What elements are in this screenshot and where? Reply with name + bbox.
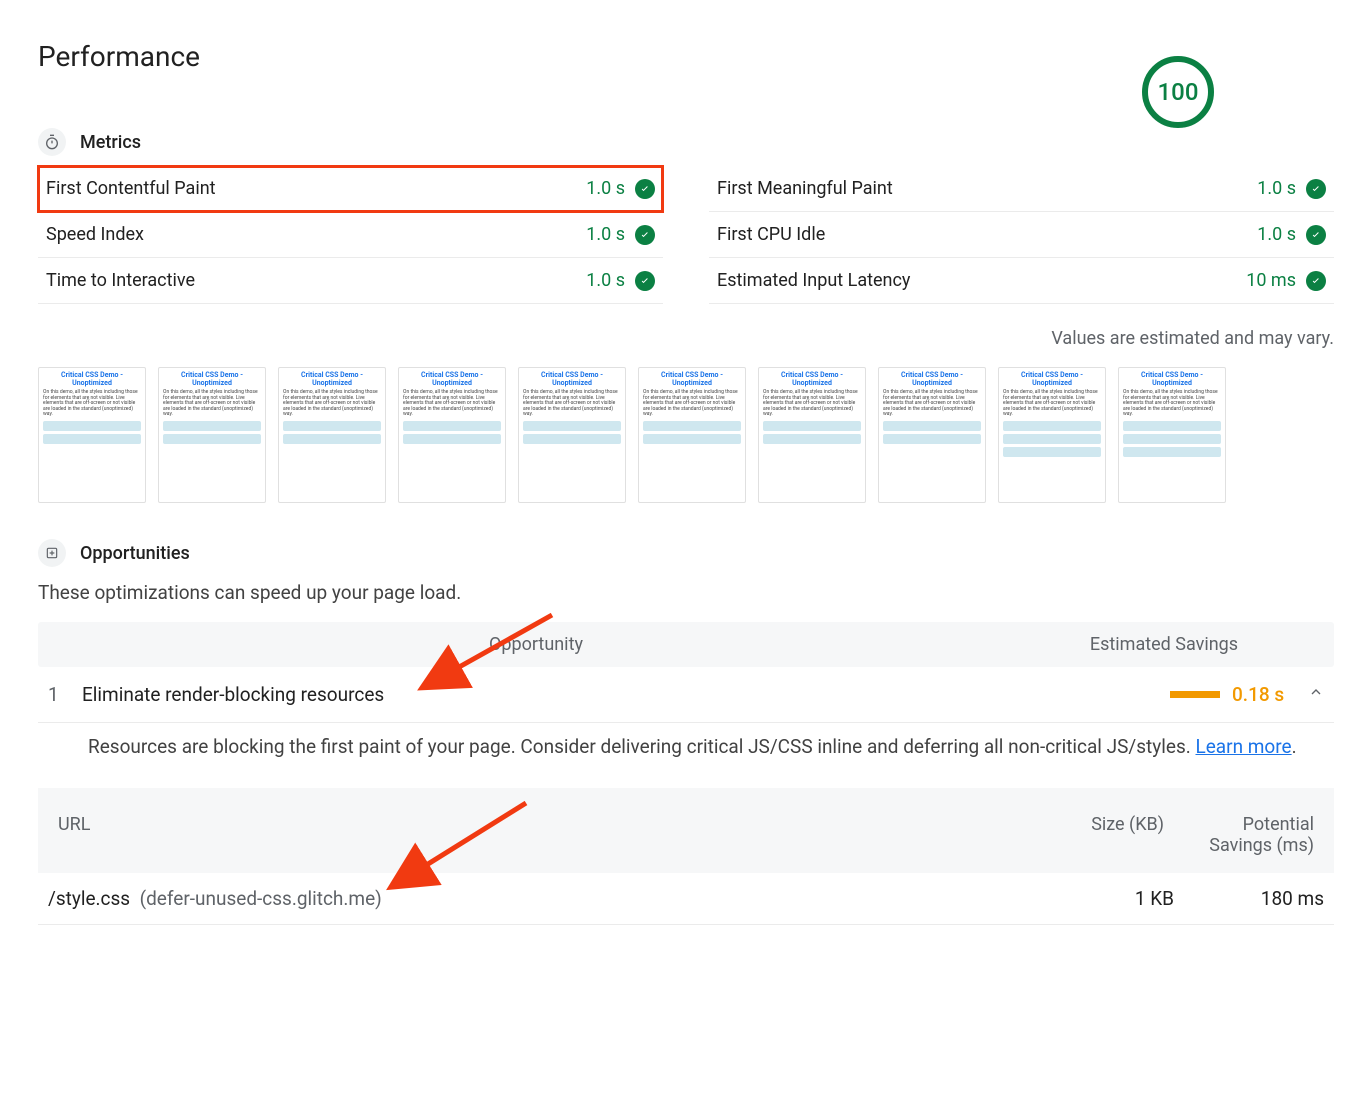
metric-label: First Contentful Paint xyxy=(46,178,216,199)
learn-more-link[interactable]: Learn more xyxy=(1195,735,1291,758)
metric-row[interactable]: Estimated Input Latency 10 ms xyxy=(709,258,1334,304)
url-table-header: URL Size (KB) PotentialSavings (ms) xyxy=(38,788,1334,873)
opportunities-description: These optimizations can speed up your pa… xyxy=(38,581,1334,604)
opportunities-heading: Opportunities xyxy=(80,543,190,564)
chevron-up-icon[interactable] xyxy=(1308,684,1324,705)
metrics-heading: Metrics xyxy=(80,132,141,153)
check-icon xyxy=(635,225,655,245)
check-icon xyxy=(1306,179,1326,199)
check-icon xyxy=(1306,225,1326,245)
col-opportunity: Opportunity xyxy=(58,634,1014,655)
metric-row[interactable]: First CPU Idle 1.0 s xyxy=(709,212,1334,258)
metric-label: Estimated Input Latency xyxy=(717,270,910,291)
metrics-footnote: Values are estimated and may vary. xyxy=(38,328,1334,349)
metric-label: Speed Index xyxy=(46,224,144,245)
metric-value: 1.0 s xyxy=(1257,224,1296,245)
check-icon xyxy=(1306,271,1326,291)
check-icon xyxy=(635,179,655,199)
opportunity-number: 1 xyxy=(48,683,82,706)
opportunity-row[interactable]: 1 Eliminate render-blocking resources 0.… xyxy=(38,667,1334,723)
sparkle-icon xyxy=(38,539,66,567)
opportunity-name: Eliminate render-blocking resources xyxy=(82,683,1170,706)
col-url: URL xyxy=(58,814,1024,857)
stopwatch-icon xyxy=(38,128,66,156)
filmstrip-thumbnail: Critical CSS Demo - UnoptimizedOn this d… xyxy=(38,367,146,503)
opportunity-detail: Resources are blocking the first paint o… xyxy=(38,723,1334,762)
check-icon xyxy=(635,271,655,291)
col-estimated-savings: Estimated Savings xyxy=(1014,634,1314,655)
filmstrip-thumbnail: Critical CSS Demo - UnoptimizedOn this d… xyxy=(398,367,506,503)
col-size: Size (KB) xyxy=(1024,814,1164,857)
metric-value: 1.0 s xyxy=(586,224,625,245)
metric-row[interactable]: Time to Interactive 1.0 s xyxy=(38,258,663,304)
url-path: /style.css xyxy=(48,887,130,910)
opportunities-table-header: Opportunity Estimated Savings xyxy=(38,622,1334,667)
url-row: /style.css (defer-unused-css.glitch.me) … xyxy=(38,873,1334,925)
metric-row[interactable]: First Meaningful Paint 1.0 s xyxy=(709,166,1334,212)
filmstrip-thumbnail: Critical CSS Demo - UnoptimizedOn this d… xyxy=(998,367,1106,503)
savings-value: 0.18 s xyxy=(1232,683,1302,706)
metric-value: 1.0 s xyxy=(586,178,625,199)
metric-label: Time to Interactive xyxy=(46,270,195,291)
opportunity-detail-text: Resources are blocking the first paint o… xyxy=(88,735,1195,758)
filmstrip-thumbnail: Critical CSS Demo - UnoptimizedOn this d… xyxy=(758,367,866,503)
url-host: (defer-unused-css.glitch.me) xyxy=(140,887,382,910)
url-potential-savings: 180 ms xyxy=(1174,887,1324,910)
filmstrip-thumbnail: Critical CSS Demo - UnoptimizedOn this d… xyxy=(278,367,386,503)
filmstrip: Critical CSS Demo - UnoptimizedOn this d… xyxy=(38,367,1334,503)
metric-row[interactable]: First Contentful Paint 1.0 s xyxy=(38,166,663,212)
page-title: Performance xyxy=(38,40,200,73)
col-potential-savings: PotentialSavings (ms) xyxy=(1164,814,1314,857)
filmstrip-thumbnail: Critical CSS Demo - UnoptimizedOn this d… xyxy=(878,367,986,503)
metric-label: First Meaningful Paint xyxy=(717,178,893,199)
metric-value: 1.0 s xyxy=(1257,178,1296,199)
metric-label: First CPU Idle xyxy=(717,224,825,245)
savings-bar xyxy=(1170,691,1220,698)
performance-score: 100 xyxy=(1142,56,1214,128)
url-size: 1 KB xyxy=(1034,887,1174,910)
metric-value: 1.0 s xyxy=(586,270,625,291)
filmstrip-thumbnail: Critical CSS Demo - UnoptimizedOn this d… xyxy=(518,367,626,503)
metric-value: 10 ms xyxy=(1246,270,1296,291)
filmstrip-thumbnail: Critical CSS Demo - UnoptimizedOn this d… xyxy=(1118,367,1226,503)
filmstrip-thumbnail: Critical CSS Demo - UnoptimizedOn this d… xyxy=(638,367,746,503)
filmstrip-thumbnail: Critical CSS Demo - UnoptimizedOn this d… xyxy=(158,367,266,503)
metric-row[interactable]: Speed Index 1.0 s xyxy=(38,212,663,258)
